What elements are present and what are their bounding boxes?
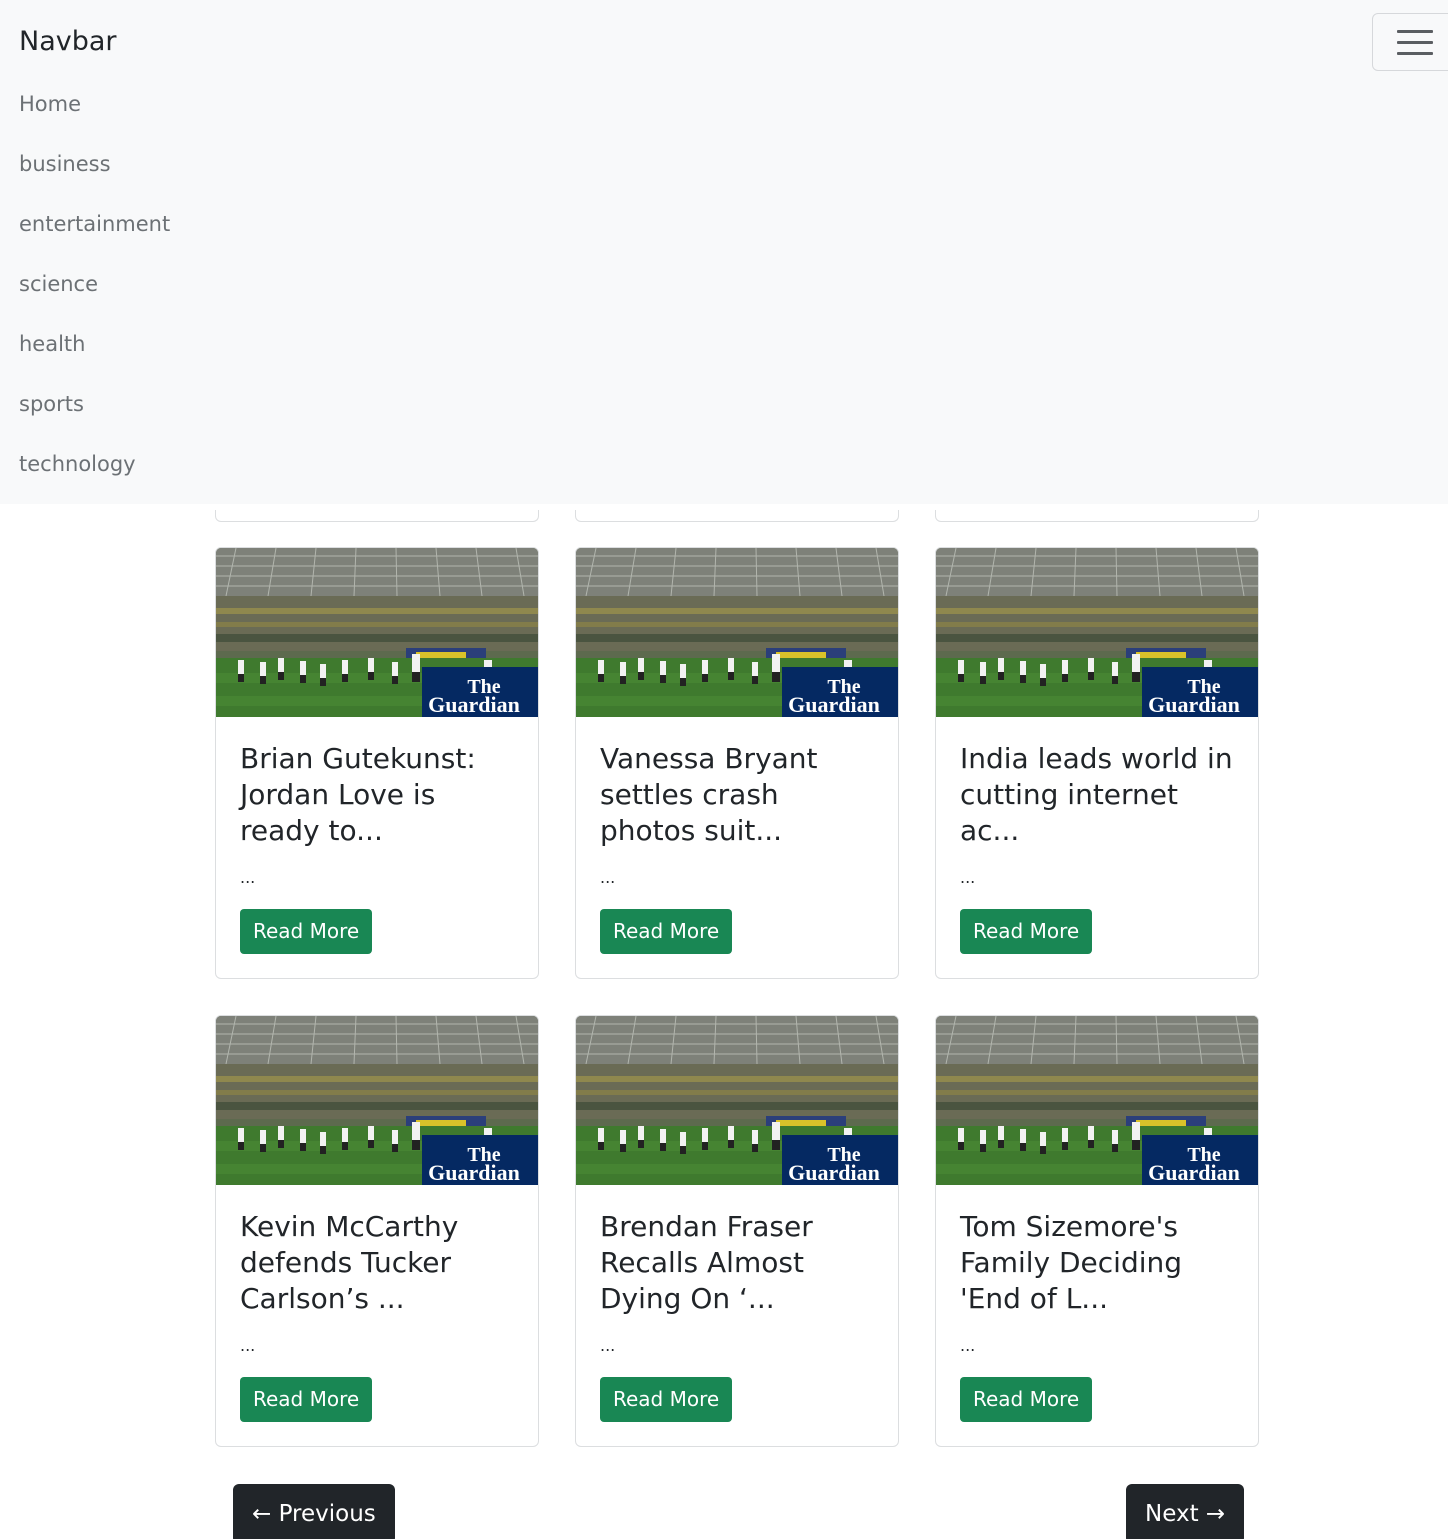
stadium-photo: The Guardian xyxy=(216,1016,538,1185)
nav-links: Home business entertainment science heal… xyxy=(19,74,170,494)
read-more-button[interactable]: Read More xyxy=(600,909,733,954)
read-more-button[interactable]: Read More xyxy=(240,1377,373,1422)
guardian-logo-line2: Guardian xyxy=(428,692,520,717)
card-image: The Guardian xyxy=(216,548,538,717)
card-body: Tom Sizemore's Family Deciding 'End of L… xyxy=(936,1185,1258,1446)
stadium-photo: The Guardian xyxy=(936,548,1258,717)
card-title: Tom Sizemore's Family Deciding 'End of L… xyxy=(960,1210,1183,1315)
news-card: The Guardian Vanessa Bryant settles cras… xyxy=(575,547,899,979)
nav-link-health[interactable]: health xyxy=(19,314,170,374)
card-title: India leads world in cutting internet ac… xyxy=(960,742,1233,847)
read-more-button[interactable]: Read More xyxy=(600,1377,733,1422)
guardian-logo-line2: Guardian xyxy=(788,1160,880,1185)
guardian-logo-line2: Guardian xyxy=(1148,1160,1240,1185)
news-card: The Guardian Brendan Fraser Recalls Almo… xyxy=(575,1015,899,1447)
card-title: Brian Gutekunst: Jordan Love is ready to… xyxy=(240,742,476,847)
guardian-logo-line2: Guardian xyxy=(428,1160,520,1185)
card-text: ... xyxy=(960,1336,976,1355)
card-body: Kevin McCarthy defends Tucker Carlson’s … xyxy=(216,1185,538,1446)
next-page-button[interactable]: Next → xyxy=(1126,1484,1245,1539)
card-partial xyxy=(215,510,539,522)
previous-page-button[interactable]: ← Previous xyxy=(233,1484,395,1539)
navbar-toggler-button[interactable] xyxy=(1372,13,1448,71)
card-image: The Guardian xyxy=(576,1016,898,1185)
card-body: Vanessa Bryant settles crash photos suit… xyxy=(576,717,898,978)
stadium-photo: The Guardian xyxy=(216,548,538,717)
card-body: India leads world in cutting internet ac… xyxy=(936,717,1258,978)
hamburger-icon xyxy=(1397,30,1433,33)
read-more-button[interactable]: Read More xyxy=(960,909,1093,954)
nav-link-home[interactable]: Home xyxy=(19,74,170,134)
guardian-logo-line2: Guardian xyxy=(1148,692,1240,717)
card-partial xyxy=(575,510,899,522)
news-card: The Guardian Tom Sizemore's Family Decid… xyxy=(935,1015,1259,1447)
news-card: The Guardian India leads world in cuttin… xyxy=(935,547,1259,979)
stadium-photo: The Guardian xyxy=(936,1016,1258,1185)
card-partial xyxy=(935,510,1259,522)
card-text: ... xyxy=(600,1336,616,1355)
news-card: The Guardian Kevin McCarthy defends Tuck… xyxy=(215,1015,539,1447)
card-body: Brian Gutekunst: Jordan Love is ready to… xyxy=(216,717,538,978)
navbar: Navbar Home business entertainment scien… xyxy=(0,0,1448,504)
card-image: The Guardian xyxy=(216,1016,538,1185)
nav-link-technology[interactable]: technology xyxy=(19,434,170,494)
navbar-brand[interactable]: Navbar xyxy=(19,26,117,57)
card-text: ... xyxy=(960,868,976,887)
hamburger-icon xyxy=(1397,41,1433,44)
card-title: Vanessa Bryant settles crash photos suit… xyxy=(600,742,818,847)
news-card: The Guardian Brian Gutekunst: Jordan Lov… xyxy=(215,547,539,979)
hamburger-icon xyxy=(1397,52,1433,55)
card-text: ... xyxy=(240,1336,256,1355)
stadium-photo: The Guardian xyxy=(576,548,898,717)
card-text: ... xyxy=(600,868,616,887)
card-text: ... xyxy=(240,868,256,887)
card-image: The Guardian xyxy=(936,548,1258,717)
nav-link-sports[interactable]: sports xyxy=(19,374,170,434)
card-image: The Guardian xyxy=(936,1016,1258,1185)
nav-link-science[interactable]: science xyxy=(19,254,170,314)
read-more-button[interactable]: Read More xyxy=(240,909,373,954)
card-title: Kevin McCarthy defends Tucker Carlson’s … xyxy=(240,1210,459,1315)
nav-link-entertainment[interactable]: entertainment xyxy=(19,194,170,254)
nav-link-business[interactable]: business xyxy=(19,134,170,194)
card-title: Brendan Fraser Recalls Almost Dying On ‘… xyxy=(600,1210,813,1315)
guardian-logo-line2: Guardian xyxy=(788,692,880,717)
card-body: Brendan Fraser Recalls Almost Dying On ‘… xyxy=(576,1185,898,1446)
read-more-button[interactable]: Read More xyxy=(960,1377,1093,1422)
card-image: The Guardian xyxy=(576,548,898,717)
stadium-photo: The Guardian xyxy=(576,1016,898,1185)
